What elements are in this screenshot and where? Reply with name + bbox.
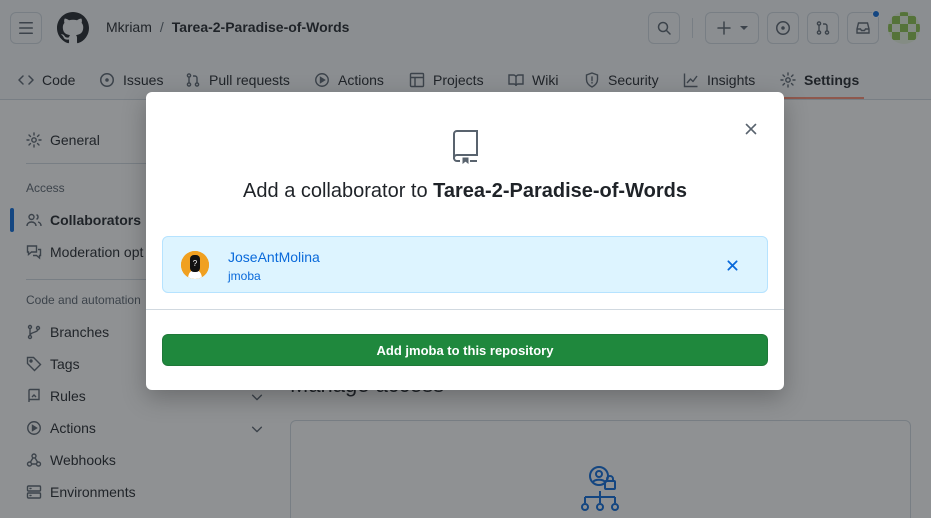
dialog-title-repo: Tarea-2-Paradise-of-Words [433,180,687,202]
repo-icon [452,130,478,164]
selected-user-name[interactable]: JoseAntMolina [228,249,320,265]
svg-text:?: ? [193,259,198,268]
selected-user-login: jmoba [228,269,261,283]
dialog-title: Add a collaborator to Tarea-2-Paradise-o… [146,180,784,203]
add-collaborator-dialog: Add a collaborator to Tarea-2-Paradise-o… [146,92,784,390]
dialog-title-prefix: Add a collaborator to [243,180,434,202]
dialog-divider [146,309,784,310]
avatar-image: ? [181,251,209,279]
close-dialog-button[interactable] [742,120,760,138]
remove-selected-user-button[interactable] [724,257,740,273]
add-collaborator-button[interactable]: Add jmoba to this repository [162,334,768,366]
close-icon [745,123,757,135]
selected-user-avatar: ? [181,251,209,279]
selected-user-card: ? JoseAntMolina jmoba [162,236,768,293]
close-icon [726,259,738,271]
